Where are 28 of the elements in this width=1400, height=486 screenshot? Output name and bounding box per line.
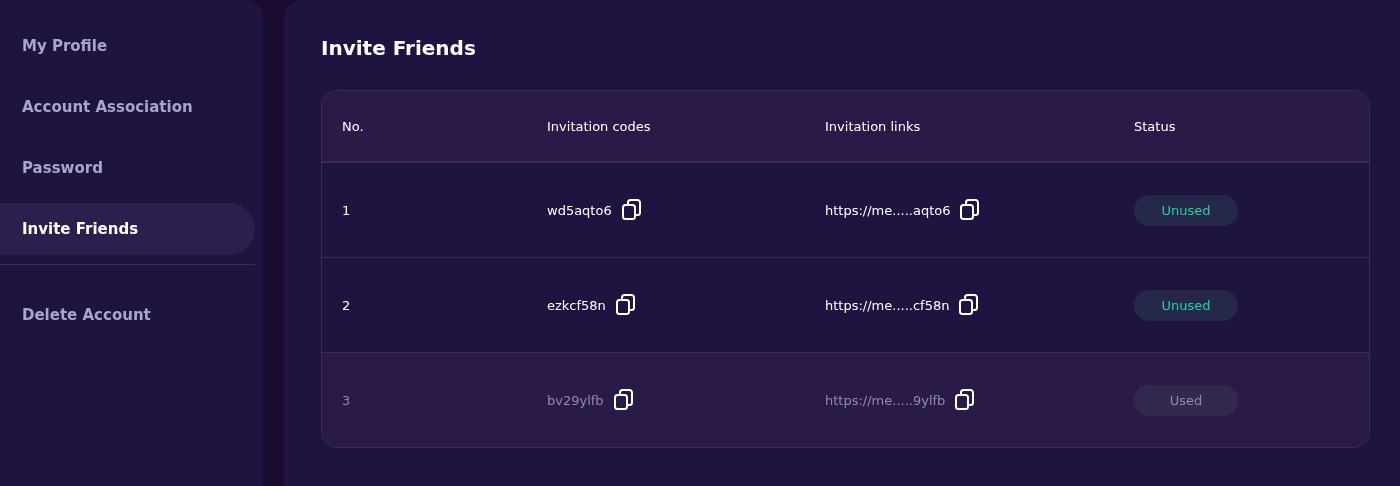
table-cell-text: 1 <box>342 202 352 218</box>
status-badge: Used <box>1134 384 1238 416</box>
column-header: Status <box>1134 118 1177 134</box>
column-header: No. <box>342 118 365 134</box>
sidebar-item[interactable]: My Profile <box>0 20 255 72</box>
status-badge: Unused <box>1134 194 1238 226</box>
table-cell: ezkcf58n <box>547 297 606 313</box>
copy-icon[interactable] <box>621 199 642 221</box>
table-cell: https://me.....9ylfb <box>825 392 946 408</box>
page-title: Invite Friends <box>321 36 477 60</box>
table-cell: https://me.....aqto6 <box>825 202 951 218</box>
column-header: Invitation codes <box>547 118 652 134</box>
copy-icon[interactable] <box>959 294 980 316</box>
sidebar-item[interactable]: Delete Account <box>0 289 255 341</box>
table-cell: https://me.....cf58n <box>825 297 950 313</box>
table-cell: wd5aqto6 <box>547 202 612 218</box>
table-cell-text: 3 <box>342 392 352 408</box>
sidebar-item[interactable]: Invite Friends <box>0 203 255 255</box>
table-cell-text: 2 <box>342 297 352 313</box>
sidebar-item[interactable]: Account Association <box>0 81 255 133</box>
copy-icon[interactable] <box>960 199 981 221</box>
copy-icon[interactable] <box>955 389 976 411</box>
sidebar-item[interactable]: Password <box>0 142 255 194</box>
column-header: Invitation links <box>825 118 922 134</box>
table-cell: bv29ylfb <box>547 392 604 408</box>
copy-icon[interactable] <box>615 294 636 316</box>
status-badge: Unused <box>1134 289 1238 321</box>
copy-icon[interactable] <box>613 389 634 411</box>
